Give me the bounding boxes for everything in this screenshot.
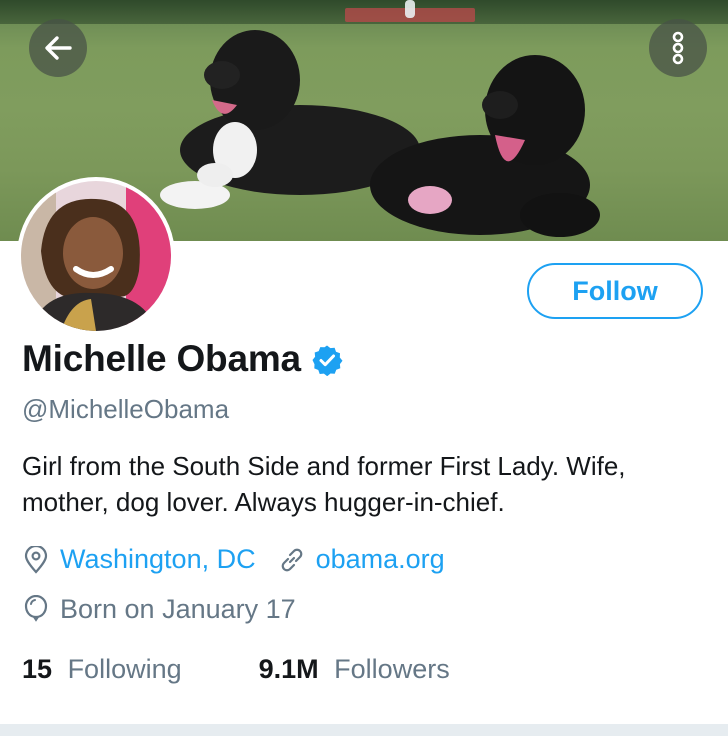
more-options-button[interactable] — [649, 19, 707, 77]
location-pin-icon — [22, 545, 50, 575]
tab-bar-edge — [0, 724, 728, 736]
follow-stats: 15 Following 9.1M Followers — [22, 654, 450, 685]
more-vertical-icon — [672, 31, 684, 65]
arrow-left-icon — [45, 36, 72, 60]
following-label: Following — [67, 654, 182, 684]
back-button[interactable] — [29, 19, 87, 77]
location-link[interactable]: Washington, DC — [60, 544, 256, 575]
link-icon — [278, 545, 306, 575]
balloon-icon — [22, 594, 50, 625]
followers-count: 9.1M — [258, 654, 319, 684]
profile-bio: Girl from the South Side and former Firs… — [22, 451, 626, 517]
verified-badge-icon — [312, 345, 343, 376]
birthday-text: Born on January 17 — [60, 594, 296, 624]
profile-handle: @MichelleObama — [22, 394, 230, 424]
followers-stat[interactable]: 9.1M Followers — [259, 654, 450, 685]
avatar-image — [21, 181, 171, 331]
birthday-row: Born on January 17 — [22, 594, 296, 625]
followers-label: Followers — [334, 654, 450, 684]
profile-meta-row: Washington, DC obama.org — [22, 544, 445, 575]
website-link[interactable]: obama.org — [316, 544, 445, 575]
profile-name-row: Michelle Obama — [22, 338, 343, 380]
following-count: 15 — [22, 654, 53, 684]
profile-avatar[interactable] — [17, 177, 175, 335]
profile-name: Michelle Obama — [22, 338, 301, 379]
following-stat[interactable]: 15 Following — [22, 654, 182, 685]
follow-button[interactable]: Follow — [527, 263, 703, 319]
